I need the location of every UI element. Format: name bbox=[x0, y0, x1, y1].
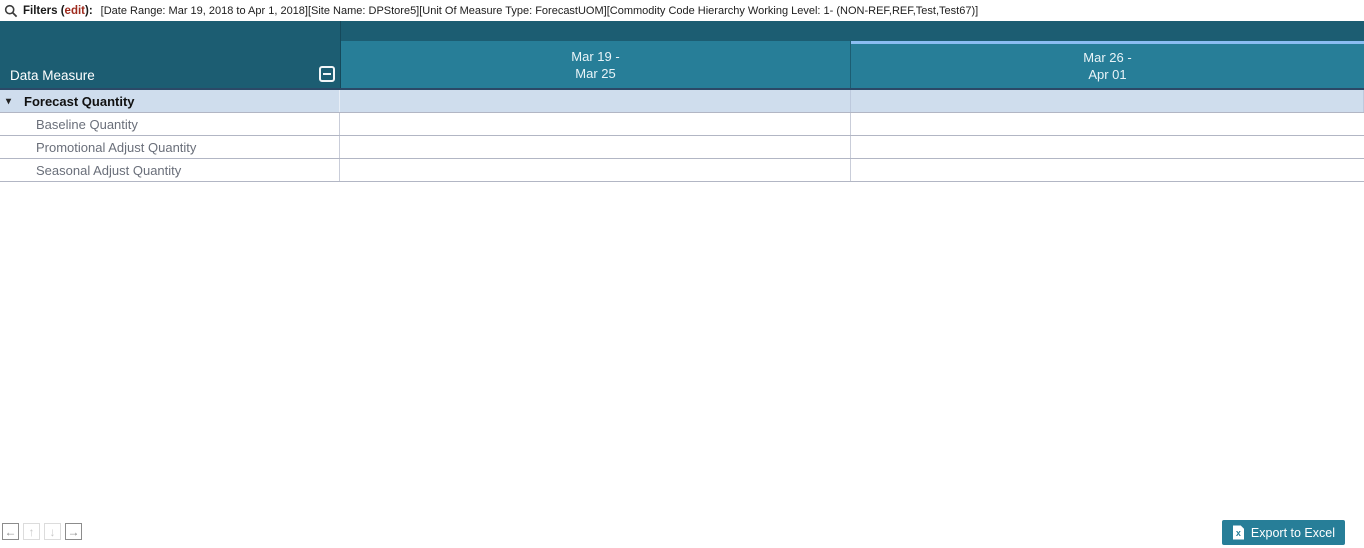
measure-label-forecast-quantity[interactable]: ▾ Forecast Quantity bbox=[0, 90, 340, 112]
grid-body: ▾ Forecast Quantity Baseline Quantity Pr… bbox=[0, 90, 1364, 182]
grid-pager: ← ↑ ↓ → bbox=[2, 523, 86, 540]
grid-cell[interactable] bbox=[340, 113, 851, 135]
column-header-week2-line2: Apr 01 bbox=[1088, 67, 1127, 82]
search-icon bbox=[4, 4, 18, 17]
column-headers: Mar 19 - Mar 25 Mar 26 - Apr 01 bbox=[340, 41, 1364, 88]
collapse-all-icon[interactable] bbox=[319, 66, 335, 82]
measure-row-baseline-quantity: Baseline Quantity bbox=[0, 113, 1364, 136]
column-header-week2[interactable]: Mar 26 - Apr 01 bbox=[851, 41, 1364, 88]
export-to-excel-label: Export to Excel bbox=[1250, 525, 1335, 540]
row-axis-title: Data Measure bbox=[10, 68, 95, 83]
grid-cell[interactable] bbox=[340, 159, 851, 181]
grid-cell[interactable] bbox=[340, 90, 851, 112]
row-axis-header: Data Measure bbox=[0, 21, 340, 88]
grid-header: Data Measure Mar 19 - Mar 25 Mar 26 - Ap… bbox=[0, 21, 1364, 90]
filter-bar: Filters (edit): [Date Range: Mar 19, 201… bbox=[0, 0, 1364, 21]
measure-label-promotional-adjust-quantity[interactable]: Promotional Adjust Quantity bbox=[0, 136, 340, 158]
column-header-week1[interactable]: Mar 19 - Mar 25 bbox=[341, 41, 851, 88]
scroll-up-button: ↑ bbox=[23, 523, 40, 540]
measure-label-text: Promotional Adjust Quantity bbox=[36, 139, 197, 155]
grid-cell[interactable] bbox=[851, 159, 1364, 181]
grid-cell[interactable] bbox=[851, 90, 1364, 112]
filters-edit-link[interactable]: edit bbox=[65, 5, 85, 17]
export-to-excel-button[interactable]: x Export to Excel bbox=[1221, 520, 1345, 545]
column-header-week1-line2: Mar 25 bbox=[575, 65, 616, 81]
column-header-week2-line1: Mar 26 - bbox=[1083, 50, 1132, 65]
scroll-down-button: ↓ bbox=[44, 523, 61, 540]
measure-label-text: Baseline Quantity bbox=[36, 116, 138, 132]
measure-row-seasonal-adjust-quantity: Seasonal Adjust Quantity bbox=[0, 159, 1364, 182]
measure-label-text: Forecast Quantity bbox=[24, 93, 135, 109]
scroll-right-button[interactable]: → bbox=[65, 523, 82, 540]
measure-label-text: Seasonal Adjust Quantity bbox=[36, 162, 182, 178]
filters-label: Filters ( bbox=[23, 4, 65, 17]
filters-label-suffix: ): bbox=[85, 4, 93, 17]
excel-file-icon: x bbox=[1232, 525, 1244, 540]
svg-text:x: x bbox=[1236, 528, 1241, 538]
measure-label-seasonal-adjust-quantity[interactable]: Seasonal Adjust Quantity bbox=[0, 159, 340, 181]
expand-collapse-caret-icon[interactable]: ▾ bbox=[6, 96, 16, 107]
measure-row-forecast-quantity: ▾ Forecast Quantity bbox=[0, 90, 1364, 113]
measure-label-baseline-quantity[interactable]: Baseline Quantity bbox=[0, 113, 340, 135]
active-filters-summary: [Date Range: Mar 19, 2018 to Apr 1, 2018… bbox=[100, 4, 979, 17]
grid-cell[interactable] bbox=[340, 136, 851, 158]
column-group-strip bbox=[340, 21, 1364, 41]
grid-cell[interactable] bbox=[851, 136, 1364, 158]
measure-row-promotional-adjust-quantity: Promotional Adjust Quantity bbox=[0, 136, 1364, 159]
grid-cell[interactable] bbox=[851, 113, 1364, 135]
scroll-left-button[interactable]: ← bbox=[2, 523, 19, 540]
column-header-week1-line1: Mar 19 - bbox=[571, 48, 620, 64]
